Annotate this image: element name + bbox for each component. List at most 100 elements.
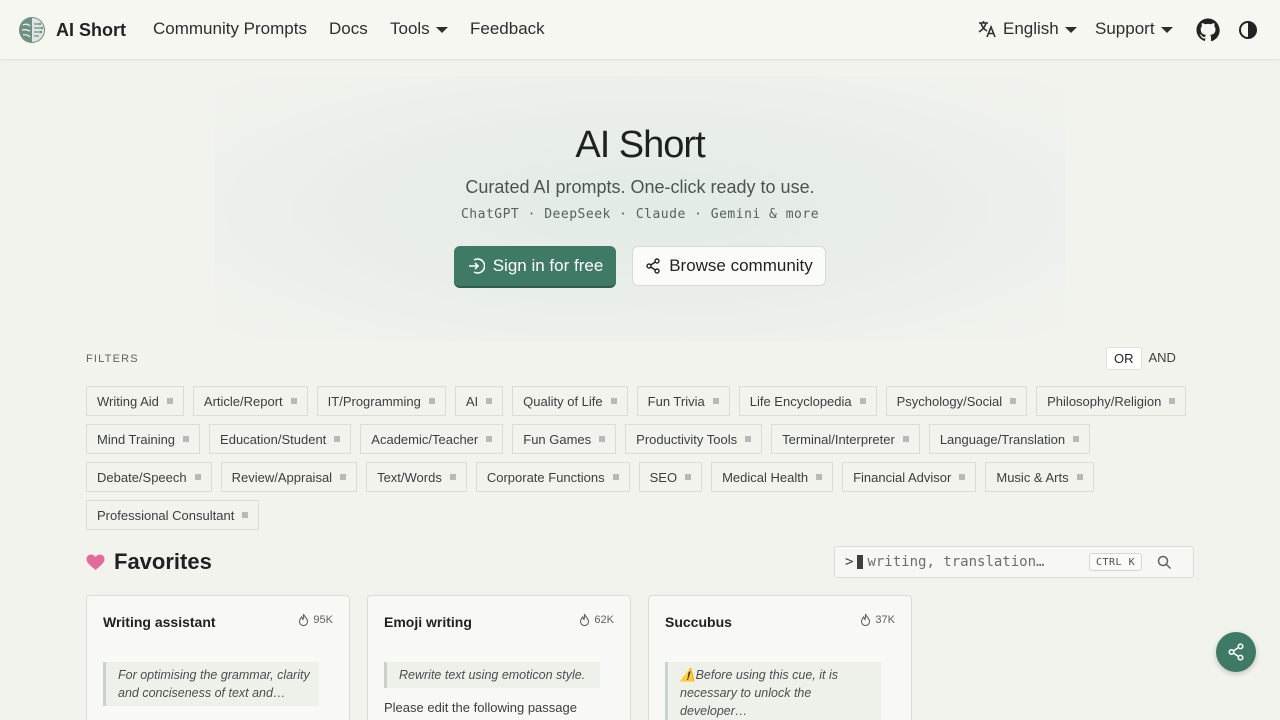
- tag-label: Productivity Tools: [636, 431, 738, 447]
- tag-label: Psychology/Social: [896, 393, 1003, 409]
- filter-tag[interactable]: Medical Health: [711, 462, 834, 492]
- tag-dot-icon: [242, 512, 249, 518]
- share-icon: [646, 258, 660, 274]
- tag-dot-icon: [449, 474, 456, 480]
- support-dropdown[interactable]: Support: [1095, 19, 1173, 39]
- filter-tag[interactable]: Fun Games: [512, 424, 617, 454]
- card-description: ⚠️Before using this cue, it is necessary…: [665, 662, 881, 720]
- filter-tag[interactable]: Professional Consultant: [86, 500, 260, 530]
- tag-label: Quality of Life: [523, 393, 603, 409]
- filter-tag[interactable]: Academic/Teacher: [360, 424, 504, 454]
- flame-icon: [580, 613, 590, 626]
- tag-dot-icon: [340, 474, 347, 480]
- cursor-icon: [857, 555, 864, 569]
- tag-label: Article/Report: [203, 393, 283, 409]
- filter-tag[interactable]: Article/Report: [192, 386, 308, 416]
- share-icon: [1228, 643, 1244, 661]
- browse-community-button[interactable]: Browse community: [632, 246, 826, 286]
- filter-tag[interactable]: Review/Appraisal: [220, 462, 358, 492]
- language-dropdown[interactable]: English: [977, 19, 1077, 39]
- tag-row: Debate/Speech Review/Appraisal Text/Word…: [86, 462, 1196, 492]
- logic-and-option[interactable]: AND: [1142, 347, 1183, 370]
- filter-tag[interactable]: Fun Trivia: [636, 386, 730, 416]
- tag-dot-icon: [166, 398, 173, 404]
- filter-tag[interactable]: Text/Words: [366, 462, 467, 492]
- sign-in-button[interactable]: Sign in for free: [454, 246, 616, 286]
- prompt-card[interactable]: Succubus 37K ⚠️Before using this cue, it…: [648, 595, 912, 720]
- nav-tools-dropdown[interactable]: Tools: [390, 19, 448, 39]
- tag-row: Professional Consultant: [86, 500, 1196, 530]
- nav-docs[interactable]: Docs: [329, 19, 368, 39]
- filter-tag[interactable]: Mind Training: [86, 424, 201, 454]
- navbar: AI Short Community Prompts Docs Tools Fe…: [0, 0, 1280, 60]
- search-icon[interactable]: [1157, 555, 1172, 570]
- tag-dot-icon: [183, 436, 190, 442]
- nav-tools-label: Tools: [390, 19, 430, 38]
- search-input[interactable]: [867, 554, 1068, 570]
- filter-tag[interactable]: Language/Translation: [928, 424, 1091, 454]
- tag-label: Medical Health: [722, 469, 809, 485]
- github-icon[interactable]: [1196, 18, 1220, 42]
- translate-icon: [978, 21, 996, 38]
- logic-or-option[interactable]: OR: [1106, 347, 1142, 370]
- filter-tag[interactable]: IT/Programming: [316, 386, 446, 416]
- search-box: > CTRL K: [834, 546, 1194, 578]
- card-count-label: 37K: [875, 613, 895, 626]
- tag-dot-icon: [599, 436, 606, 442]
- tag-label: Writing Aid: [97, 393, 159, 409]
- tag-dot-icon: [1010, 398, 1017, 404]
- nav-community-prompts[interactable]: Community Prompts: [153, 19, 307, 39]
- browse-community-label: Browse community: [669, 256, 813, 275]
- tag-dot-icon: [1073, 436, 1080, 442]
- tag-label: Fun Trivia: [647, 393, 705, 409]
- support-label: Support: [1095, 19, 1155, 38]
- card-body: Please edit the following passage: [384, 700, 577, 715]
- tag-label: Music & Arts: [996, 469, 1069, 485]
- prompt-card[interactable]: Writing assistant 95K For optimising the…: [86, 595, 350, 720]
- sign-in-label: Sign in for free: [492, 256, 604, 275]
- card-count-label: 95K: [313, 613, 333, 626]
- tag-label: Mind Training: [97, 431, 176, 447]
- filter-tag[interactable]: SEO: [638, 462, 703, 492]
- flame-icon: [861, 613, 871, 626]
- share-fab-button[interactable]: [1216, 632, 1256, 672]
- tag-dot-icon: [486, 398, 493, 404]
- tag-label: Financial Advisor: [853, 469, 952, 485]
- card-title: Succubus: [665, 614, 732, 630]
- tag-dot-icon: [1076, 474, 1083, 480]
- filter-tag[interactable]: Debate/Speech: [86, 462, 212, 492]
- filter-tag[interactable]: Writing Aid: [86, 386, 184, 416]
- filter-tag[interactable]: AI: [454, 386, 504, 416]
- filter-tag[interactable]: Life Encyclopedia: [738, 386, 877, 416]
- filter-tag[interactable]: Quality of Life: [512, 386, 628, 416]
- chevron-down-icon: [435, 27, 448, 33]
- tag-label: Academic/Teacher: [371, 431, 479, 447]
- theme-toggle-icon[interactable]: [1238, 20, 1258, 40]
- tag-label: IT/Programming: [327, 393, 421, 409]
- card-usage-count: 37K: [860, 613, 895, 626]
- brand-name: AI Short: [56, 19, 126, 40]
- filter-tag[interactable]: Terminal/Interpreter: [771, 424, 920, 454]
- filter-tag[interactable]: Philosophy/Religion: [1036, 386, 1187, 416]
- prompt-card[interactable]: Emoji writing 62K Rewrite text using emo…: [367, 595, 631, 720]
- brand-link[interactable]: AI Short: [18, 16, 126, 44]
- filter-tag[interactable]: Education/Student: [209, 424, 352, 454]
- filters-label: FILTERS: [86, 353, 139, 365]
- filter-tag[interactable]: Psychology/Social: [885, 386, 1028, 416]
- tag-label: Review/Appraisal: [231, 469, 333, 485]
- tag-label: Debate/Speech: [97, 469, 187, 485]
- tag-label: Education/Student: [220, 431, 327, 447]
- filter-tags: Writing Aid Article/Report IT/Programmin…: [86, 386, 1196, 538]
- filter-tag[interactable]: Music & Arts: [985, 462, 1094, 492]
- tag-dot-icon: [902, 436, 909, 442]
- card-description: Rewrite text using emoticon style.: [384, 662, 600, 688]
- search-prompt: >: [845, 554, 854, 570]
- filter-tag[interactable]: Productivity Tools: [625, 424, 763, 454]
- filter-tag[interactable]: Corporate Functions: [475, 462, 630, 492]
- tag-label: AI: [465, 393, 479, 409]
- nav-feedback[interactable]: Feedback: [470, 19, 545, 39]
- filter-tag[interactable]: Financial Advisor: [842, 462, 977, 492]
- tag-dot-icon: [959, 474, 966, 480]
- tag-dot-icon: [428, 398, 435, 404]
- card-usage-count: 95K: [298, 613, 333, 626]
